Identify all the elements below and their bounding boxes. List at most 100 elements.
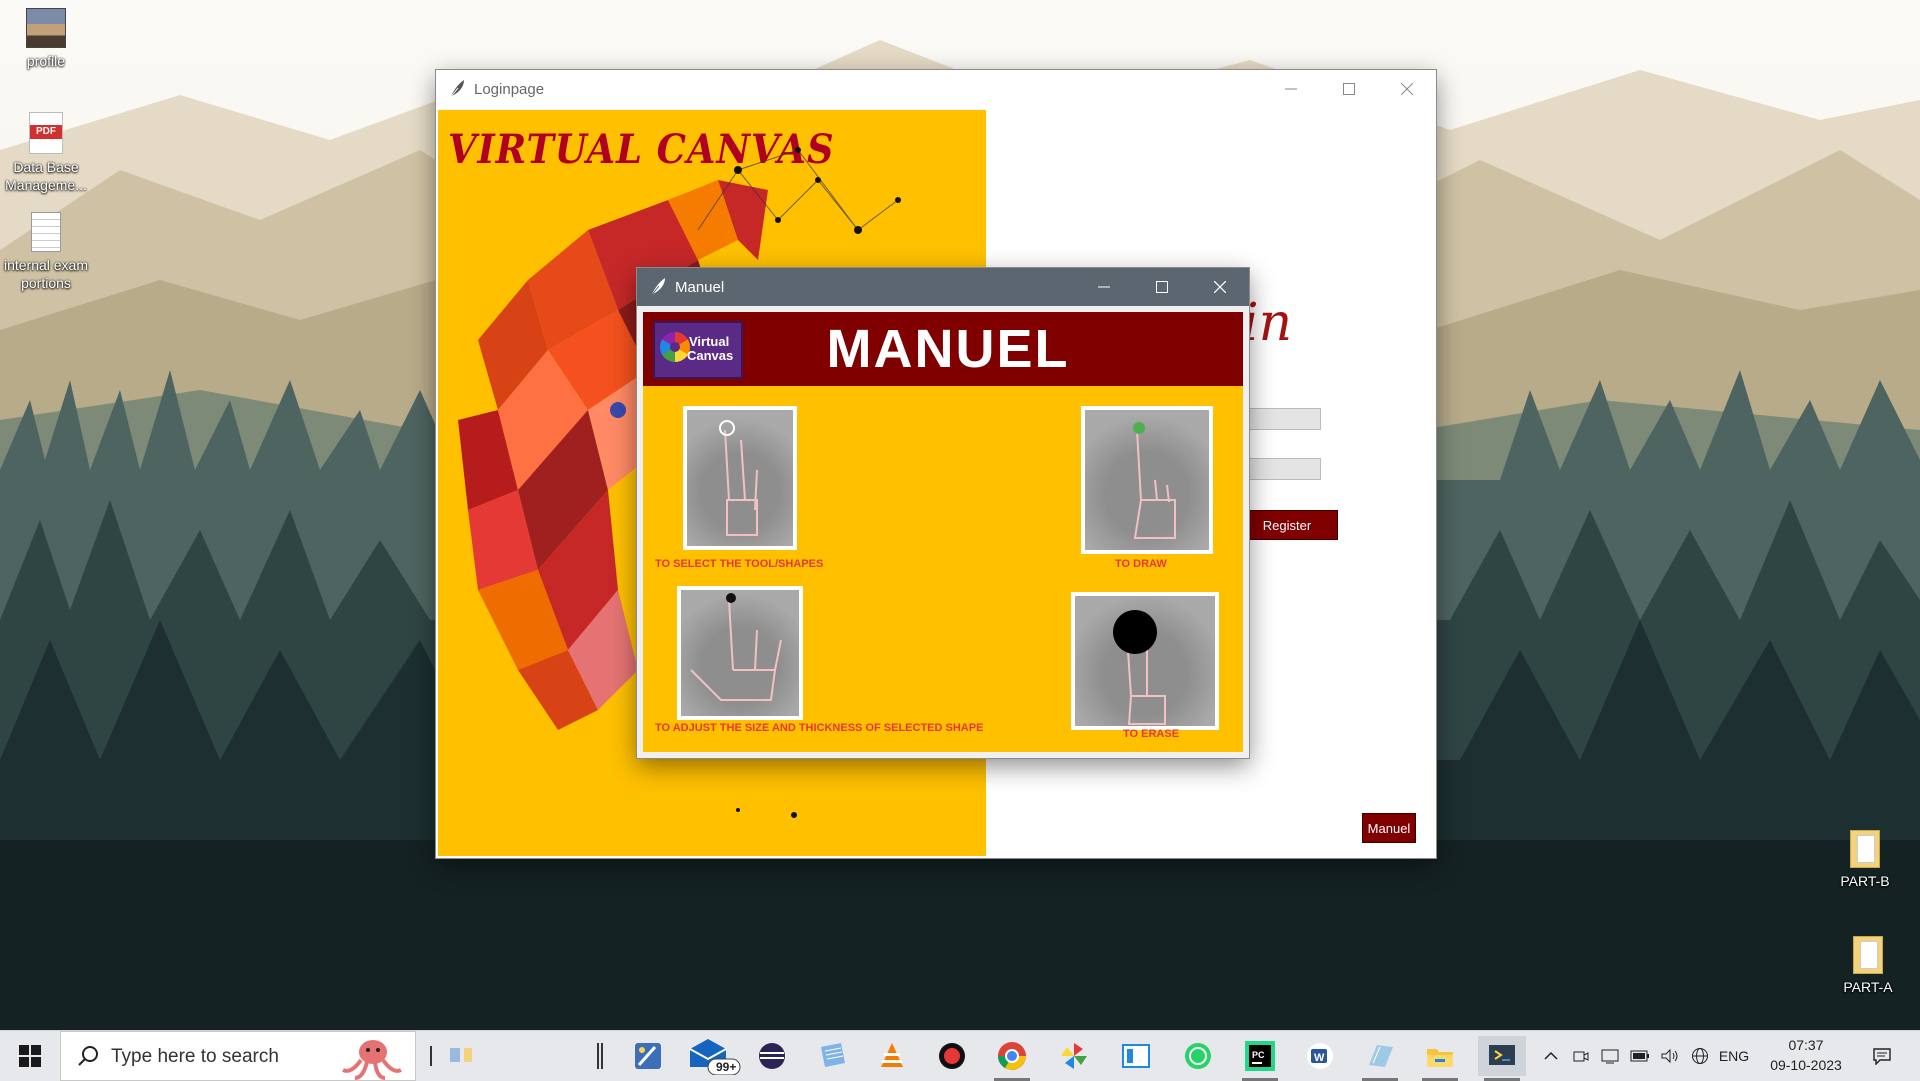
draw-point-icon [1133,422,1145,434]
display-icon [1601,1049,1619,1064]
selector-ring-icon [719,420,735,436]
record-app-icon [939,1043,965,1069]
tray-network[interactable] [1688,1031,1712,1081]
gesture-erase-image [1071,592,1219,730]
notepad-app-icon [821,1043,845,1067]
desktop-icon-part-a[interactable]: PART-A [1818,936,1918,996]
quick-launch-tools[interactable] [420,1036,480,1076]
hand-landmarks-draw [1133,422,1176,539]
camera-icon [1573,1051,1589,1062]
globe-icon [1692,1048,1708,1064]
taskbar-app-notepad[interactable] [808,1036,856,1076]
maximize-button[interactable] [1320,70,1378,108]
desktop-icon-part-b[interactable]: PART-B [1815,830,1915,890]
gesture-draw-image [1081,406,1213,554]
tray-display[interactable] [1598,1031,1622,1081]
taskbar-app-chrome[interactable] [988,1036,1036,1081]
tray-volume[interactable] [1658,1031,1682,1081]
register-button[interactable]: Register [1236,510,1338,540]
manuel-title: MANUEL [826,319,1070,379]
manuel-header: Virtual Canvas MANUEL [643,312,1243,386]
taskbar-separator [590,1036,610,1076]
taskbar: Type here to search 99+ PC W ENG 07:37 0… [0,1030,1920,1081]
taskbar-app-python[interactable] [1478,1036,1526,1081]
notes-app-icon [1369,1045,1393,1067]
close-button[interactable] [1378,70,1436,108]
speaker-icon [1661,1048,1678,1064]
taskbar-app-file-explorer[interactable] [1416,1036,1464,1081]
gesture-adjust-image [677,586,803,720]
paint-app-icon [635,1043,661,1069]
zip-folder-icon [1850,830,1880,868]
pdf-file-icon: PDF [29,112,63,154]
minimize-button[interactable] [1075,268,1133,306]
adjust-point-icon [726,593,736,603]
gesture-caption-draw: TO DRAW [1115,558,1167,570]
show-hidden-icons-button[interactable] [1540,1031,1562,1081]
desktop-icon-label: PART-B [1840,873,1890,889]
taskbar-app-recorder[interactable] [928,1036,976,1076]
minimize-icon [1098,286,1110,288]
window-title: Manuel [675,278,725,296]
start-button[interactable] [0,1031,60,1081]
manuel-window-titlebar[interactable]: Manuel [637,268,1249,306]
hand-landmarks-adjust [690,593,782,701]
pycharm-app-icon: PC [1245,1041,1275,1071]
clock-time: 07:37 [1788,1037,1824,1053]
desktop-icon-document[interactable]: internal exam portions [0,212,96,292]
maximize-button[interactable] [1133,268,1191,306]
svg-text:PC: PC [1252,1050,1265,1060]
close-button[interactable] [1191,268,1249,306]
login-window-titlebar[interactable]: Loginpage [436,70,1436,108]
taskbar-app-screen[interactable] [1112,1036,1160,1076]
login-heading: in [1242,293,1293,353]
action-center-button[interactable] [1862,1031,1902,1081]
taskbar-app-paint[interactable] [624,1036,672,1076]
notification-icon [1873,1048,1891,1065]
text-file-icon [31,212,61,252]
minimize-icon [1285,88,1297,90]
taskbar-app-pinwheel[interactable] [1050,1036,1098,1076]
taskbar-app-whatsapp[interactable] [1174,1036,1222,1076]
tray-battery[interactable] [1628,1031,1652,1081]
pinwheel-app-icon [1061,1043,1087,1069]
hand-landmarks-select [719,420,758,536]
taskbar-app-pycharm[interactable]: PC [1236,1036,1284,1081]
separator-icon [597,1043,603,1069]
search-placeholder: Type here to search [111,1046,279,1067]
desktop-icon-pdf[interactable]: PDF Data Base Manageme... [0,112,96,194]
search-icon [78,1046,98,1066]
username-field[interactable] [1241,408,1321,430]
taskbar-app-notes[interactable] [1356,1036,1404,1081]
maximize-icon [1343,83,1355,95]
gesture-caption-erase: TO ERASE [1123,728,1180,740]
taskbar-search[interactable]: Type here to search [60,1031,416,1081]
taskbar-app-vlc[interactable] [868,1036,916,1076]
maximize-icon [1156,281,1168,293]
gesture-select-image [683,406,797,550]
file-explorer-app-icon [1427,1049,1453,1067]
tray-language[interactable]: ENG [1716,1031,1752,1081]
desktop-icon-label: PART-A [1843,979,1893,995]
password-field[interactable] [1241,458,1321,480]
minimize-button[interactable] [1262,70,1320,108]
manuel-window: Manuel Virtual Canvas MANUEL TO SELECT T… [637,268,1249,758]
tray-meet-now[interactable] [1570,1031,1592,1081]
taskbar-app-eclipse[interactable] [748,1036,796,1076]
desktop-icon-label: profile [26,53,66,69]
gesture-caption-select: TO SELECT THE TOOL/SHAPES [655,558,824,570]
desktop-icon-profile[interactable]: profile [0,8,96,70]
octopus-doodle-icon [342,1040,402,1080]
battery-icon [1630,1050,1649,1062]
profile-picture-icon [26,8,66,48]
taskbar-app-mail[interactable]: 99+ [684,1036,744,1076]
eclipse-app-icon [759,1043,785,1069]
eraser-circle-icon [1113,610,1157,654]
manuel-button[interactable]: Manuel [1362,813,1416,843]
manuel-content: Virtual Canvas MANUEL TO SELECT THE TOOL… [643,312,1243,752]
taskbar-app-word[interactable]: W [1296,1036,1344,1076]
screen-app-icon [1122,1044,1150,1068]
close-icon [1214,281,1226,293]
taskbar-clock[interactable]: 07:37 09-10-2023 [1752,1035,1860,1075]
feather-icon [650,278,665,297]
